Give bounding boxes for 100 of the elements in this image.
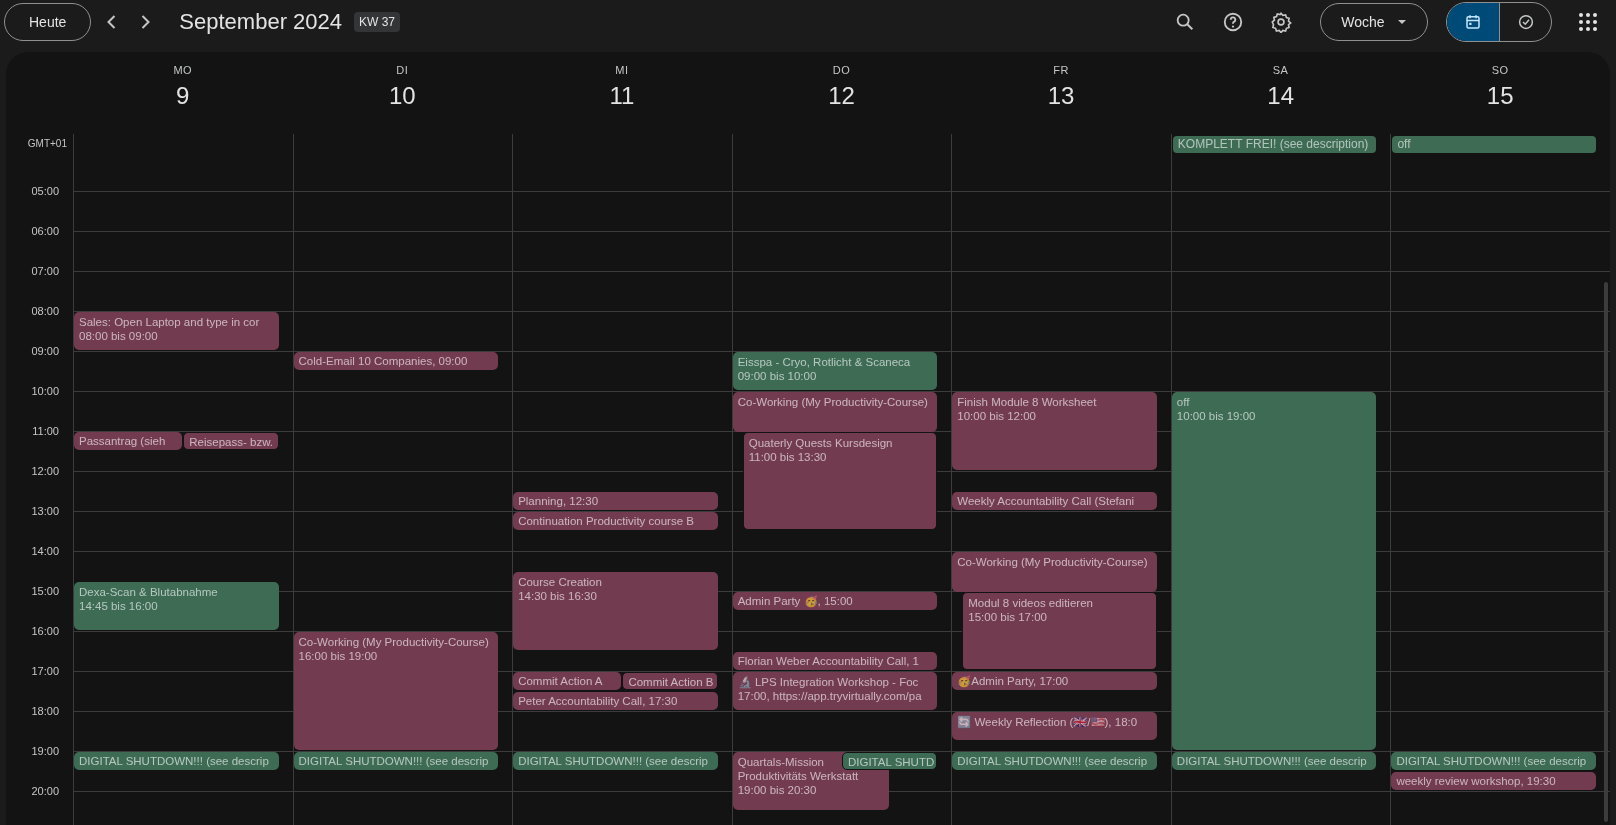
hour-label: 11:00 <box>32 425 59 437</box>
event-title: DIGITAL SHUTDOWN!!! (see descrip <box>957 754 1148 768</box>
weekday-label: FR <box>1053 64 1069 76</box>
calendar-event[interactable]: DIGITAL SHUTDOWN!!! (see descrip <box>293 752 499 770</box>
calendar-event[interactable]: Eisspa - Cryo, Rotlicht & Scaneca 09:00 bis 10:00 <box>732 352 938 390</box>
calendar-event[interactable]: Cold-Email 10 Companies, 09:00 <box>293 352 499 370</box>
calendar-event[interactable]: Admin Party 🥳, 15:00 <box>732 592 938 610</box>
event-time: 17:00, https://app.tryvirtually.com/pa <box>737 689 922 703</box>
event-title: Finish Module 8 Worksheet <box>957 395 1097 409</box>
calendar-event[interactable]: DIGITAL SHUTDOWN!!! (see descrip <box>1171 752 1377 770</box>
event-title: Course Creation <box>518 575 602 589</box>
weekday-label: SA <box>1272 64 1289 76</box>
hour-label: 09:00 <box>31 345 59 357</box>
calendar-event[interactable]: DIGITAL SHUTDOWN!!! (see descrip <box>513 752 718 770</box>
calendar-event[interactable]: Continuation Productivity course B <box>513 512 718 530</box>
event-time: 14:30 bis 16:30 <box>518 589 597 603</box>
event-title: DIGITAL SHUTDOWN!!! (see descrip <box>1396 754 1587 768</box>
event-title: Eisspa - Cryo, Rotlicht & Scaneca <box>737 355 911 369</box>
calendar-event[interactable]: Co-Working (My Productivity-Course) 16:00 bis 19:00 <box>293 632 499 750</box>
event-title: Co-Working (My Productivity-Course) <box>957 555 1148 569</box>
all-day-event[interactable]: off <box>1392 136 1596 153</box>
hour-label: 18:00 <box>31 705 59 717</box>
event-time: 15:00 bis 17:00 <box>968 610 1047 624</box>
event-title: Planning, 12:30 <box>518 494 599 508</box>
weekday-label: MO <box>173 64 193 76</box>
calendar-event[interactable]: DIGITAL SHUTDOWN!!! (see descrip <box>1391 752 1596 770</box>
calendar-event[interactable]: off 10:00 bis 19:00 <box>1171 392 1377 750</box>
day-number[interactable]: 9 <box>176 82 190 110</box>
help-icon[interactable] <box>1222 11 1244 33</box>
event-title: Modul 8 videos editieren <box>968 596 1093 610</box>
weekday-label: SO <box>1491 64 1509 76</box>
event-title: Weekly Accountability Call (Stefani <box>957 494 1135 508</box>
event-title: Passantrag (sieh <box>79 434 166 448</box>
event-title: 🔬 LPS Integration Workshop - Foc <box>737 675 919 689</box>
calendar-event[interactable]: Co-Working (My Productivity-Course) <box>952 552 1157 592</box>
calendar-event[interactable]: Modul 8 videos editieren 15:00 bis 17:00 <box>962 592 1157 670</box>
event-title: Admin Party 🥳, 15:00 <box>737 594 853 608</box>
hour-label: 16:00 <box>31 625 59 637</box>
day-number[interactable]: 11 <box>609 82 635 110</box>
calendar-event[interactable]: DIGITAL SHUTDOWN!!! (see descrip <box>74 752 279 770</box>
calendar-view-button[interactable] <box>1447 3 1499 41</box>
hour-label: 05:00 <box>31 185 59 197</box>
hour-label: 14:00 <box>31 545 59 557</box>
event-time: 10:00 bis 19:00 <box>1176 409 1256 423</box>
scrollbar[interactable] <box>1604 282 1608 822</box>
day-number[interactable]: 13 <box>1047 82 1075 110</box>
chevron-right-icon <box>140 15 150 29</box>
calendar-event[interactable]: Course Creation 14:30 bis 16:30 <box>513 572 718 650</box>
day-number[interactable]: 15 <box>1486 82 1514 110</box>
event-title: DIGITAL SHUTDOWN!!! (see descrip <box>298 754 489 768</box>
calendar-event[interactable]: DIGITAL SHUTD <box>842 752 938 770</box>
calendar-event[interactable]: Planning, 12:30 <box>513 492 718 510</box>
calendar-event[interactable]: Commit Action A <box>513 672 622 690</box>
settings-icon[interactable] <box>1270 11 1292 33</box>
calendar-event[interactable]: Florian Weber Accountability Call, 1 <box>732 652 938 670</box>
event-title: 🥳Admin Party, 17:00 <box>957 674 1069 688</box>
event-title: Reisepass- bzw. <box>189 435 273 449</box>
calendar-event[interactable]: Weekly Accountability Call (Stefani <box>952 492 1157 510</box>
event-time: 08:00 bis 09:00 <box>79 329 158 343</box>
calendar-event[interactable]: Commit Action B <box>622 672 718 690</box>
event-title: Quaterly Quests Kursdesign <box>748 436 893 450</box>
week-number-badge: KW 37 <box>354 12 401 32</box>
calendar-event[interactable]: weekly review workshop, 19:30 <box>1391 772 1596 790</box>
event-time: 16:00 bis 19:00 <box>298 649 378 663</box>
chevron-left-icon <box>106 15 116 29</box>
event-title: Co-Working (My Productivity-Course) <box>298 635 489 649</box>
event-title: Dexa-Scan & Blutabnahme <box>79 585 218 599</box>
calendar-event[interactable]: Quaterly Quests Kursdesign 11:00 bis 13:30 <box>742 432 938 530</box>
calendar-event[interactable]: Finish Module 8 Worksheet 10:00 bis 12:00 <box>952 392 1157 470</box>
hour-label: 15:00 <box>31 585 59 597</box>
calendar-event[interactable]: 🔄 Weekly Reflection (🇬🇧/🇺🇸), 18:0 <box>952 712 1157 740</box>
event-title: DIGITAL SHUTDOWN!!! (see descrip <box>1176 754 1367 768</box>
calendar-event[interactable]: Sales: Open Laptop and type in cor 08:00 bis 09:00 <box>74 312 279 350</box>
search-icon[interactable] <box>1174 11 1196 33</box>
calendar-event[interactable]: Dexa-Scan & Blutabnahme 14:45 bis 16:00 <box>74 582 279 630</box>
apps-grid-icon[interactable] <box>1578 12 1598 32</box>
weekday-label: DI <box>396 64 409 76</box>
event-title: Quartals-Mission <box>737 755 824 769</box>
calendar-event[interactable]: Reisepass- bzw. <box>183 432 279 450</box>
event-title: Florian Weber Accountability Call, 1 <box>737 654 920 668</box>
day-number[interactable]: 10 <box>389 82 416 110</box>
calendar-event[interactable]: Passantrag (sieh <box>74 432 183 450</box>
calendar-event[interactable]: Co-Working (My Productivity-Course) <box>732 392 938 432</box>
hour-label: 07:00 <box>31 265 59 277</box>
hour-label: 19:00 <box>31 745 59 757</box>
day-number[interactable]: 14 <box>1267 82 1294 110</box>
calendar-event[interactable]: 🔬 LPS Integration Workshop - Foc 17:00, https://app.tryvirtually.com/pa <box>732 672 938 710</box>
event-time: 11:00 bis 13:30 <box>748 450 827 464</box>
event-title: weekly review workshop, 19:30 <box>1396 774 1556 788</box>
weekday-label: DO <box>832 64 851 76</box>
month-title: September 2024 <box>179 9 343 35</box>
calendar-event[interactable]: 🥳Admin Party, 17:00 <box>952 672 1157 690</box>
calendar-event[interactable]: DIGITAL SHUTDOWN!!! (see descrip <box>952 752 1157 770</box>
event-title: DIGITAL SHUTDOWN!!! (see descrip <box>79 754 269 768</box>
calendar-event[interactable]: Peter Accountability Call, 17:30 <box>513 692 718 710</box>
hour-label: 08:00 <box>31 305 59 317</box>
check-circle-icon <box>1516 13 1535 31</box>
all-day-event[interactable]: KOMPLETT FREI! (see description) <box>1172 136 1377 153</box>
day-number[interactable]: 12 <box>828 82 855 110</box>
event-title: 🔄 Weekly Reflection (🇬🇧/🇺🇸), 18:0 <box>957 715 1138 729</box>
